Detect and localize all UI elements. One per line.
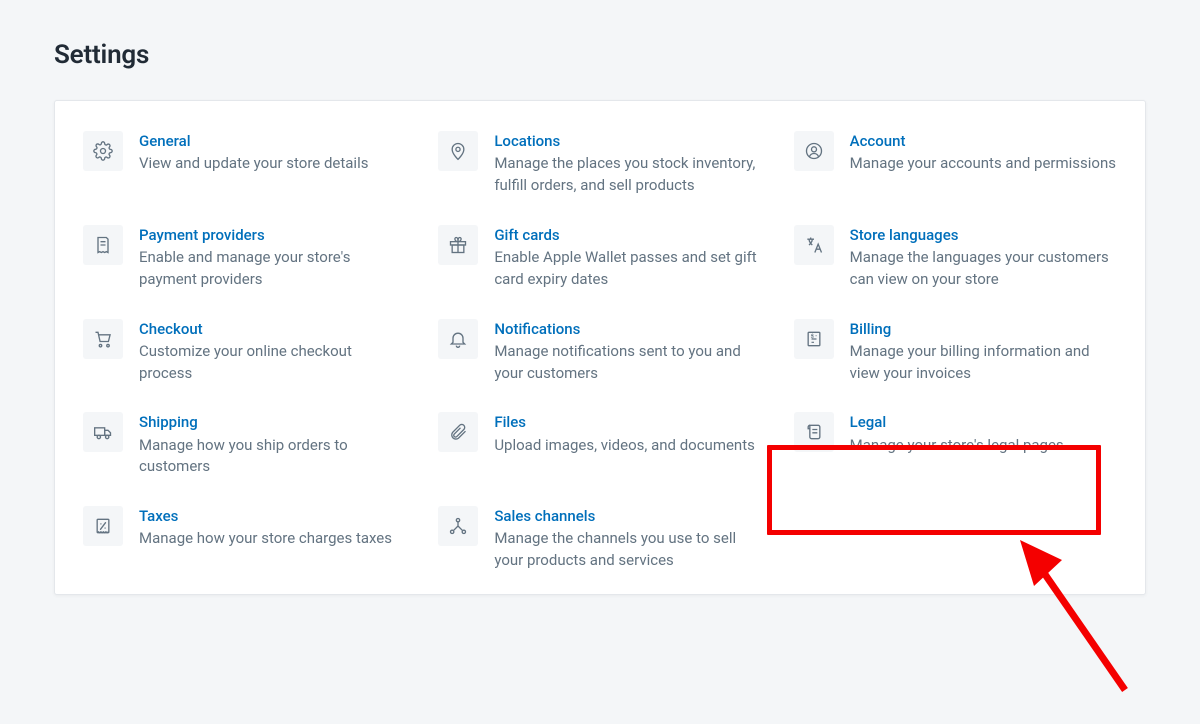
- settings-item-desc: Manage the channels you use to sell your…: [494, 528, 761, 572]
- settings-item-text: Sales channelsManage the channels you us…: [494, 506, 761, 572]
- settings-item-title[interactable]: Legal: [850, 412, 1117, 432]
- settings-item-text: BillingManage your billing information a…: [850, 319, 1117, 385]
- cart-icon: [83, 319, 123, 359]
- settings-item-title[interactable]: Files: [494, 412, 761, 432]
- settings-item-title[interactable]: Store languages: [850, 225, 1117, 245]
- settings-item-desc: Customize your online checkout process: [139, 341, 406, 385]
- page-title: Settings: [54, 40, 1146, 70]
- percent-icon: [83, 506, 123, 546]
- settings-item-notifications[interactable]: NotificationsManage notifications sent t…: [438, 319, 761, 385]
- settings-item-title[interactable]: Shipping: [139, 412, 406, 432]
- pin-icon: [438, 131, 478, 171]
- settings-item-store-languages[interactable]: Store languagesManage the languages your…: [794, 225, 1117, 291]
- settings-item-locations[interactable]: LocationsManage the places you stock inv…: [438, 131, 761, 197]
- settings-item-account[interactable]: AccountManage your accounts and permissi…: [794, 131, 1117, 197]
- settings-item-legal[interactable]: Legal Manage your store's legal pages: [794, 412, 1117, 478]
- translate-icon: [794, 225, 834, 265]
- settings-item-desc: Manage your billing information and view…: [850, 341, 1117, 385]
- settings-item-desc: Manage your store's legal pages: [850, 435, 1117, 457]
- settings-item-taxes[interactable]: TaxesManage how your store charges taxes: [83, 506, 406, 572]
- settings-item-title[interactable]: Taxes: [139, 506, 406, 526]
- gift-icon: [438, 225, 478, 265]
- settings-item-title[interactable]: Sales channels: [494, 506, 761, 526]
- settings-item-title[interactable]: Notifications: [494, 319, 761, 339]
- settings-item-title[interactable]: Gift cards: [494, 225, 761, 245]
- settings-item-files[interactable]: Files Upload images, videos, and document…: [438, 412, 761, 478]
- svg-text:$: $: [810, 333, 813, 340]
- settings-item-title[interactable]: Account: [850, 131, 1117, 151]
- settings-card: GeneralView and update your store detail…: [54, 100, 1146, 595]
- settings-item-text: LocationsManage the places you stock inv…: [494, 131, 761, 197]
- scroll-icon: [794, 412, 834, 452]
- settings-item-checkout[interactable]: CheckoutCustomize your online checkout p…: [83, 319, 406, 385]
- settings-item-payment-providers[interactable]: Payment providersEnable and manage your …: [83, 225, 406, 291]
- settings-item-desc: Upload images, videos, and documents: [494, 435, 761, 457]
- settings-item-text: Payment providersEnable and manage your …: [139, 225, 406, 291]
- bell-icon: [438, 319, 478, 359]
- clip-icon: [438, 412, 478, 452]
- settings-item-text: TaxesManage how your store charges taxes: [139, 506, 406, 550]
- settings-item-text: GeneralView and update your store detail…: [139, 131, 406, 175]
- settings-grid: GeneralView and update your store detail…: [83, 131, 1117, 572]
- receipt-icon: [83, 225, 123, 265]
- settings-item-title[interactable]: Checkout: [139, 319, 406, 339]
- settings-item-gift-cards[interactable]: Gift cardsEnable Apple Wallet passes and…: [438, 225, 761, 291]
- settings-item-desc: Manage how your store charges taxes: [139, 528, 406, 550]
- settings-item-text: Legal Manage your store's legal pages: [850, 412, 1117, 456]
- truck-icon: [83, 412, 123, 452]
- gear-icon: [83, 131, 123, 171]
- settings-item-text: NotificationsManage notifications sent t…: [494, 319, 761, 385]
- settings-item-sales-channels[interactable]: Sales channelsManage the channels you us…: [438, 506, 761, 572]
- settings-item-billing[interactable]: $ BillingManage your billing information …: [794, 319, 1117, 385]
- settings-item-general[interactable]: GeneralView and update your store detail…: [83, 131, 406, 197]
- settings-item-text: Store languagesManage the languages your…: [850, 225, 1117, 291]
- settings-item-text: AccountManage your accounts and permissi…: [850, 131, 1117, 175]
- user-icon: [794, 131, 834, 171]
- settings-item-desc: Enable Apple Wallet passes and set gift …: [494, 247, 761, 291]
- settings-item-shipping[interactable]: Shipping Manage how you ship orders to cu…: [83, 412, 406, 478]
- settings-item-desc: View and update your store details: [139, 153, 406, 175]
- channels-icon: [438, 506, 478, 546]
- settings-item-desc: Manage how you ship orders to customers: [139, 435, 406, 479]
- settings-item-text: Shipping Manage how you ship orders to cu…: [139, 412, 406, 478]
- settings-item-title[interactable]: Payment providers: [139, 225, 406, 245]
- settings-item-desc: Manage the places you stock inventory, f…: [494, 153, 761, 197]
- settings-item-text: CheckoutCustomize your online checkout p…: [139, 319, 406, 385]
- settings-item-title[interactable]: Locations: [494, 131, 761, 151]
- settings-item-desc: Manage your accounts and permissions: [850, 153, 1117, 175]
- settings-item-text: Gift cardsEnable Apple Wallet passes and…: [494, 225, 761, 291]
- invoice-icon: $: [794, 319, 834, 359]
- settings-item-desc: Manage notifications sent to you and you…: [494, 341, 761, 385]
- settings-item-title[interactable]: Billing: [850, 319, 1117, 339]
- settings-item-desc: Enable and manage your store's payment p…: [139, 247, 406, 291]
- settings-item-text: Files Upload images, videos, and document…: [494, 412, 761, 456]
- settings-item-title[interactable]: General: [139, 131, 406, 151]
- settings-item-desc: Manage the languages your customers can …: [850, 247, 1117, 291]
